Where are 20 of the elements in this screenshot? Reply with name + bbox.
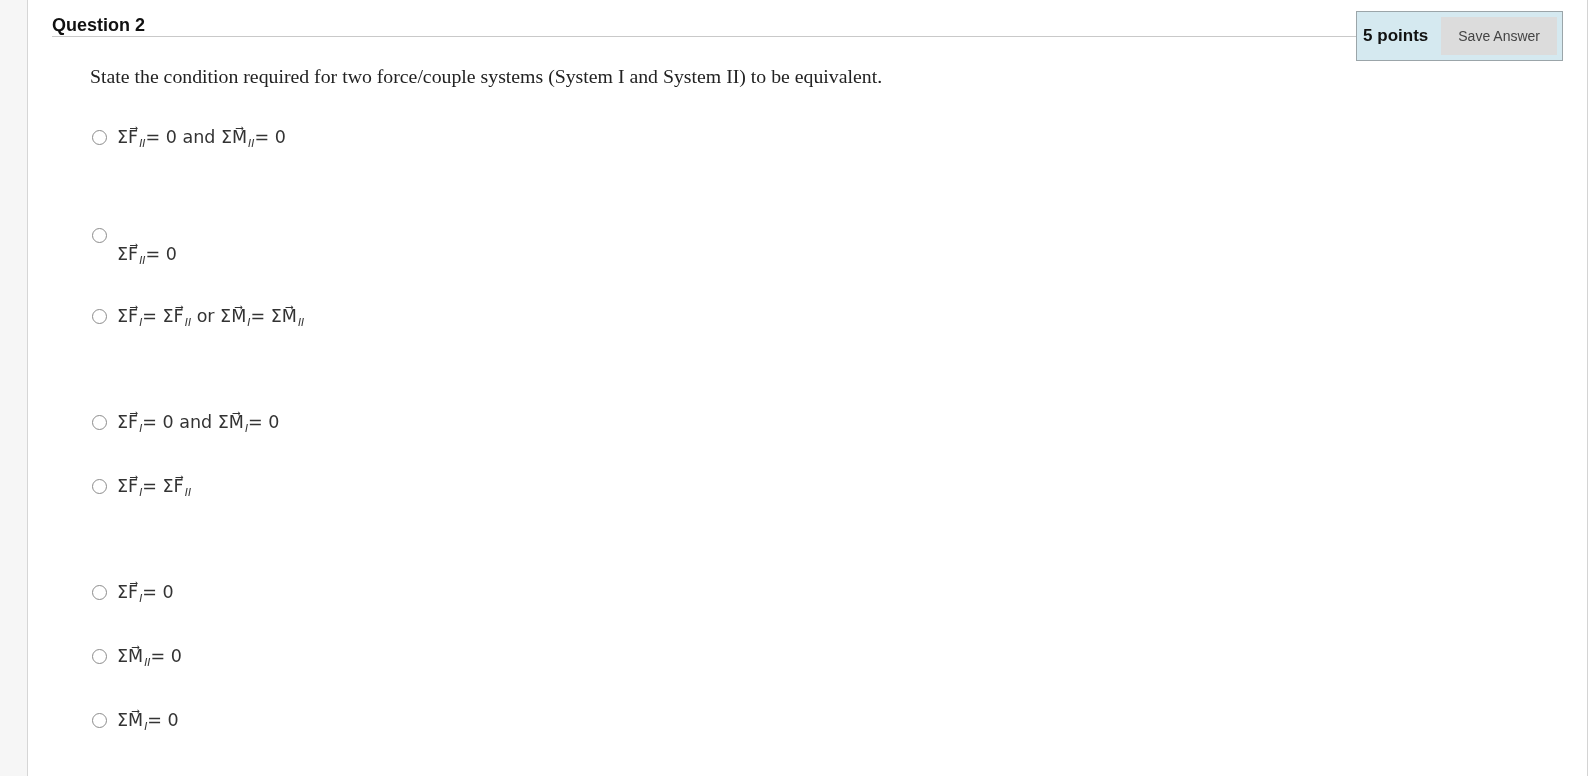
answer-text[interactable]: ΣF⃗$_{I}$= ΣF⃗$_{II}$ or ΣM⃗$_{I}$= ΣM⃗$_{II}$ <box>117 301 305 331</box>
radio-button[interactable] <box>92 308 107 324</box>
question-prompt: State the condition required for two force/couple systems (System I and System II) to be equivalent. <box>90 64 883 88</box>
points-label: 5 points <box>1363 25 1429 48</box>
answer-text[interactable]: ΣM⃗$_{I}$= 0 <box>117 705 179 735</box>
answer-text[interactable]: ΣF⃗$_{II}$= 0 and ΣM⃗$_{II}$= 0 <box>117 122 286 152</box>
answer-text[interactable]: ΣF⃗$_{I}$= 0 <box>117 577 174 607</box>
radio-button[interactable] <box>92 478 107 494</box>
question-title: Question 2 <box>52 14 145 37</box>
radio-button[interactable] <box>92 129 107 145</box>
radio-button[interactable] <box>92 414 107 430</box>
radio-button[interactable] <box>92 712 107 728</box>
radio-button[interactable] <box>92 584 107 600</box>
answer-text[interactable]: ΣF⃗$_{I}$= ΣF⃗$_{II}$ <box>117 471 192 501</box>
answer-text[interactable]: ΣM⃗$_{II}$= 0 <box>117 641 182 671</box>
radio-button[interactable] <box>92 228 107 243</box>
answer-text[interactable]: ΣF⃗$_{II}$= 0 <box>117 243 177 265</box>
save-answer-button[interactable]: Save Answer <box>1441 17 1557 55</box>
answer-text[interactable]: ΣF⃗$_{I}$= 0 and ΣM⃗$_{I}$= 0 <box>117 407 280 437</box>
radio-button[interactable] <box>92 648 107 664</box>
